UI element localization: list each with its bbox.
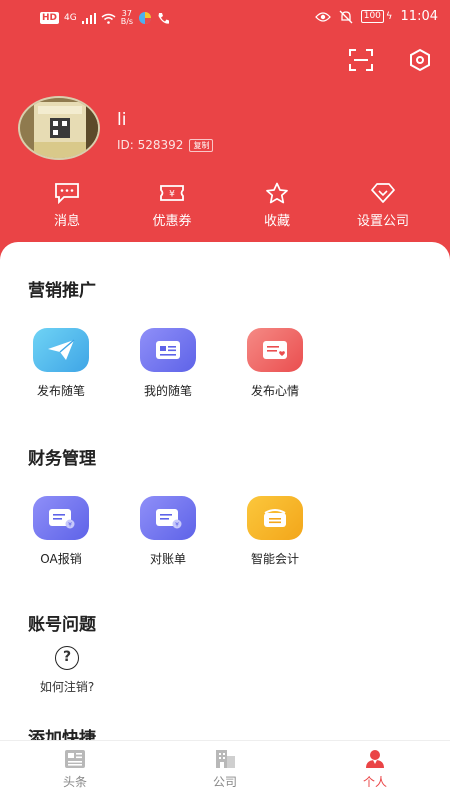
signal-icon (81, 12, 96, 24)
settings-icon[interactable] (408, 48, 432, 72)
help-how-to-deregister[interactable]: ? 如何注销? (28, 646, 106, 695)
grid-item-publish-essay[interactable]: 发布随笔 (16, 328, 106, 399)
quick-action-favorites[interactable]: 收藏 (246, 182, 308, 229)
net-speed: 37 B/s (121, 10, 133, 26)
quick-action-label: 收藏 (263, 214, 290, 229)
svg-text:¥: ¥ (68, 522, 72, 529)
tab-headlines[interactable]: 头条 (25, 749, 125, 790)
grid-item-smart-accounting[interactable]: 智能会计 (230, 496, 320, 567)
reimburse-icon: ¥ (49, 509, 75, 529)
tab-label: 个人 (362, 775, 387, 789)
grid-item-label: 发布随笔 (36, 384, 85, 398)
grid-item-label: 对账单 (149, 552, 186, 566)
publish-mood-tile (247, 328, 303, 372)
quick-action-label: 消息 (53, 214, 80, 229)
grid-item-label: 我的随笔 (143, 384, 192, 398)
grid-item-oa-reimburse[interactable]: ¥ OA报销 (16, 496, 106, 567)
tab-label: 头条 (62, 775, 87, 789)
question-icon: ? (55, 646, 79, 670)
grid-item-statement[interactable]: ¥ 对账单 (123, 496, 213, 567)
battery-level: 100 (360, 10, 384, 23)
grid-item-publish-mood[interactable]: 发布心情 (230, 328, 320, 399)
profile-header: HD 4G 37 B/s 100 ϟ 11:04 li ID: 528392 复… (0, 0, 450, 265)
bottom-tab-bar: 头条 公司 个人 (0, 740, 450, 800)
person-icon (366, 750, 384, 768)
oa-reimburse-tile: ¥ (33, 496, 89, 540)
copy-id-button[interactable]: 复制 (189, 138, 214, 152)
wallet-icon (264, 509, 286, 527)
username: li (117, 110, 127, 130)
net-speed-unit: B/s (120, 17, 134, 26)
quick-action-messages[interactable]: 消息 (36, 182, 98, 229)
mood-note-icon (263, 341, 287, 359)
building-icon (216, 750, 235, 768)
star-icon (266, 182, 288, 204)
publish-essay-tile (33, 328, 89, 372)
statement-tile: ¥ (140, 496, 196, 540)
wifi-icon (101, 13, 116, 24)
mute-bell-icon (339, 10, 353, 23)
tab-company[interactable]: 公司 (175, 749, 275, 790)
scan-icon[interactable] (348, 48, 374, 72)
notes-icon (156, 341, 180, 359)
avatar[interactable] (18, 96, 100, 160)
content-card: 营销推广 发布随笔 我的随笔 发布心情 财务管理 ¥ OA报销 ¥ 对账单 智能… (0, 242, 450, 740)
smart-accounting-tile (247, 496, 303, 540)
statement-icon: ¥ (156, 509, 182, 529)
quick-action-label: 优惠券 (152, 214, 192, 229)
section-title-marketing: 营销推广 (28, 281, 96, 301)
quick-action-set-company[interactable]: 设置公司 (346, 182, 420, 229)
battery-indicator: 100 ϟ (360, 10, 393, 23)
message-icon (55, 183, 79, 204)
clock: 11:04 (400, 9, 438, 24)
user-id-row: ID: 528392 复制 (117, 138, 214, 152)
eye-icon (314, 11, 331, 22)
grid-item-label: 智能会计 (250, 552, 299, 566)
status-bar: HD 4G 37 B/s 100 ϟ 11:04 (0, 0, 450, 36)
help-label: 如何注销? (39, 680, 95, 694)
grid-item-my-essays[interactable]: 我的随笔 (123, 328, 213, 399)
paper-plane-icon (48, 339, 75, 360)
svg-text:¥: ¥ (175, 522, 179, 529)
svg-text:¥: ¥ (169, 190, 175, 200)
call-icon (158, 12, 170, 24)
grid-item-label: 发布心情 (250, 384, 299, 398)
hd-indicator: HD (40, 12, 60, 24)
quick-action-coupons[interactable]: ¥ 优惠券 (141, 182, 203, 229)
section-title-shortcut: 添加快捷 (28, 729, 96, 740)
coupon-icon: ¥ (160, 185, 184, 201)
diamond-icon (371, 183, 395, 203)
section-title-finance: 财务管理 (28, 449, 96, 469)
my-essays-tile (140, 328, 196, 372)
grid-item-label: OA报销 (40, 552, 82, 566)
tab-label: 公司 (212, 775, 237, 789)
tab-personal[interactable]: 个人 (325, 749, 425, 790)
news-icon (65, 750, 85, 768)
quick-action-label: 设置公司 (356, 214, 409, 229)
app-notification-icon (139, 12, 152, 24)
network-indicator: 4G (64, 13, 77, 23)
section-title-account: 账号问题 (28, 615, 96, 635)
user-id: ID: 528392 (117, 138, 184, 152)
